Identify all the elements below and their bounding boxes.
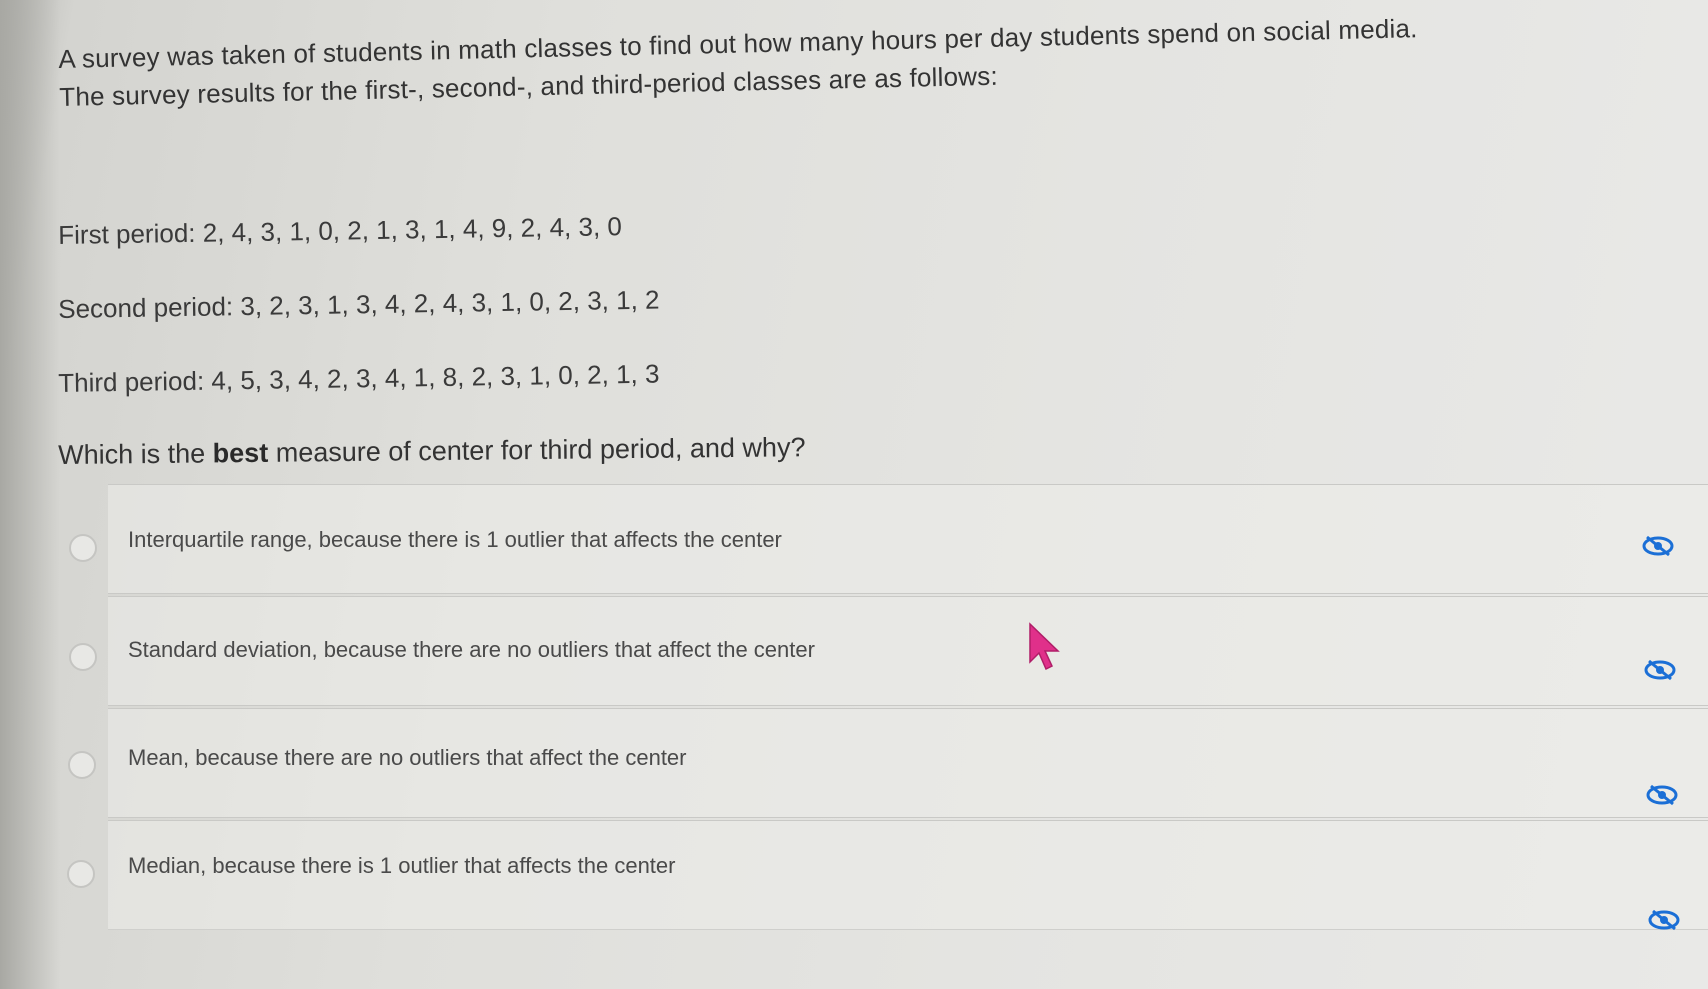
- third-period-values: 4, 5, 3, 4, 2, 3, 4, 1, 8, 2, 3, 1, 0, 2…: [211, 358, 660, 396]
- eye-slash-icon[interactable]: [1645, 783, 1679, 807]
- option-c-radio[interactable]: [68, 751, 96, 779]
- second-period-data: Second period: 3, 2, 3, 1, 3, 4, 2, 4, 3…: [58, 285, 660, 325]
- eye-slash-icon[interactable]: [1647, 908, 1681, 932]
- eye-slash-icon[interactable]: [1643, 658, 1677, 682]
- second-period-label: Second period:: [58, 291, 234, 324]
- option-d[interactable]: Median, because there is 1 outlier that …: [108, 820, 1708, 930]
- monitor-edge-shadow: [0, 0, 60, 989]
- mouse-cursor-icon: [1029, 622, 1060, 671]
- option-d-radio[interactable]: [67, 860, 95, 888]
- option-c[interactable]: Mean, because there are no outliers that…: [108, 708, 1708, 818]
- option-a-text: Interquartile range, because there is 1 …: [128, 527, 782, 552]
- second-period-values: 3, 2, 3, 1, 3, 4, 2, 4, 3, 1, 0, 2, 3, 1…: [240, 284, 660, 322]
- question-intro: A survey was taken of students in math c…: [58, 4, 1659, 116]
- first-period-values: 2, 4, 3, 1, 0, 2, 1, 3, 1, 4, 9, 2, 4, 3…: [202, 211, 623, 248]
- option-b[interactable]: Standard deviation, because there are no…: [108, 596, 1708, 706]
- option-b-radio[interactable]: [69, 643, 97, 671]
- question-prefix: Which is the: [58, 438, 213, 470]
- option-b-text: Standard deviation, because there are no…: [128, 637, 815, 662]
- eye-slash-icon[interactable]: [1641, 534, 1675, 558]
- option-d-text: Median, because there is 1 outlier that …: [128, 853, 676, 878]
- first-period-data: First period: 2, 4, 3, 1, 0, 2, 1, 3, 1,…: [58, 211, 622, 251]
- option-c-text: Mean, because there are no outliers that…: [128, 745, 687, 770]
- third-period-label: Third period:: [58, 365, 205, 398]
- first-period-label: First period:: [58, 217, 196, 250]
- question-suffix: measure of center for third period, and …: [268, 432, 806, 468]
- third-period-data: Third period: 4, 5, 3, 4, 2, 3, 4, 1, 8,…: [58, 359, 660, 399]
- question-emphasis: best: [212, 437, 269, 469]
- option-a[interactable]: Interquartile range, because there is 1 …: [108, 484, 1708, 594]
- option-a-radio[interactable]: [69, 534, 97, 562]
- question-prompt: Which is the best measure of center for …: [58, 432, 806, 471]
